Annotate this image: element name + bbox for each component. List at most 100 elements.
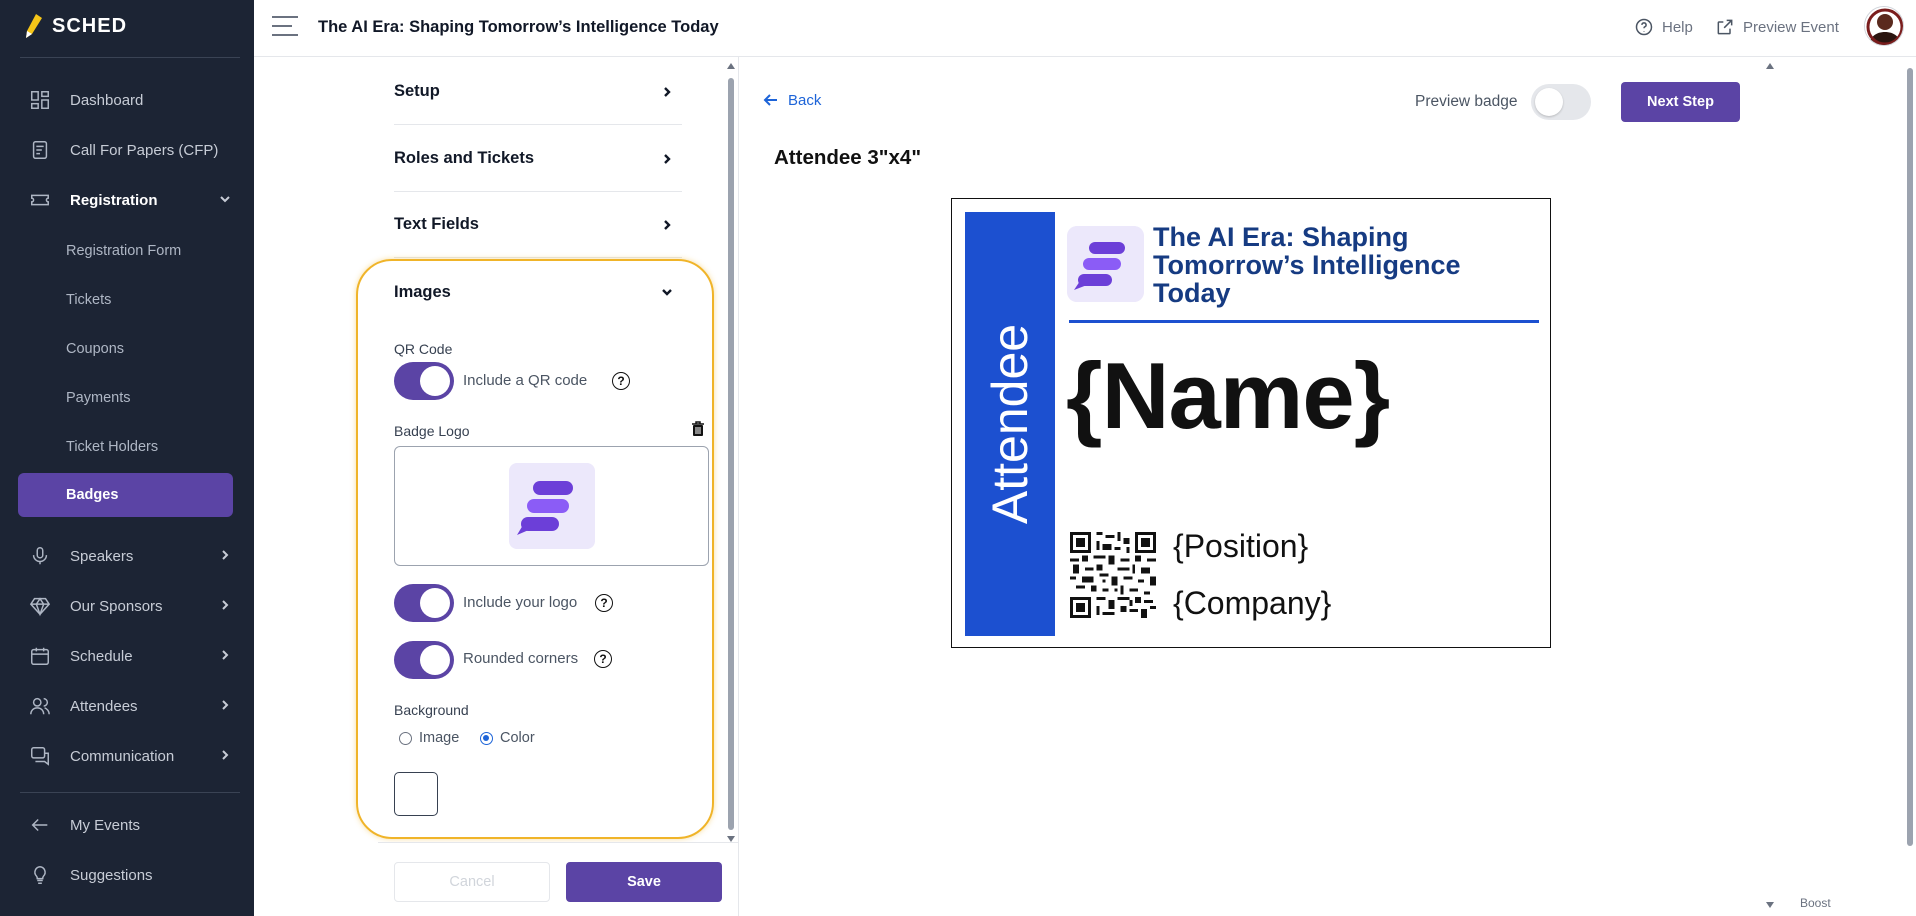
help-icon[interactable]: ? — [612, 372, 630, 390]
include-logo-label: Include your logo — [463, 594, 578, 611]
panel-scrollbar[interactable] — [728, 78, 734, 830]
calendar-icon — [28, 644, 52, 668]
diamond-icon — [28, 594, 52, 618]
scroll-down-arrow[interactable] — [1766, 902, 1774, 908]
avatar[interactable] — [1864, 6, 1904, 46]
sidebar-sub-tickets[interactable]: Tickets — [18, 278, 233, 322]
include-logo-toggle[interactable] — [394, 584, 454, 622]
trash-icon[interactable] — [691, 421, 705, 437]
event-title: The AI Era: Shaping Tomorrow’s Intellige… — [318, 18, 719, 36]
sidebar-item-schedule[interactable]: Schedule — [18, 634, 234, 678]
badge-config-panel: Setup Roles and Tickets Text Fields Imag… — [356, 57, 714, 916]
sidebar-item-cfp[interactable]: Call For Papers (CFP) — [18, 128, 234, 172]
scroll-up-arrow[interactable] — [727, 63, 735, 69]
accordion-text-fields[interactable]: Text Fields — [394, 192, 682, 258]
sidebar-item-registration[interactable]: Registration — [18, 178, 234, 222]
panel-divider — [738, 57, 739, 916]
preview-event-label: Preview Event — [1743, 18, 1839, 36]
help-icon[interactable]: ? — [594, 650, 612, 668]
arrow-left-icon — [763, 94, 777, 106]
users-icon — [28, 694, 52, 718]
event-logo-icon — [509, 463, 595, 549]
help-link[interactable]: Help — [1634, 17, 1693, 37]
sidebar-item-label: My Events — [70, 816, 141, 834]
background-label: Background — [394, 702, 469, 718]
sidebar-item-label: Call For Papers (CFP) — [70, 141, 219, 159]
sidebar-item-label: Communication — [70, 747, 175, 765]
badge-position: {Position} — [1173, 528, 1309, 564]
sidebar-divider — [20, 57, 240, 58]
chevron-right-icon — [218, 648, 232, 662]
background-color-radio[interactable] — [480, 732, 493, 745]
sidebar-item-label: Attendees — [70, 697, 138, 715]
background-color-swatch[interactable] — [394, 772, 438, 816]
chevron-right-icon — [218, 548, 232, 562]
ticket-icon — [28, 188, 52, 212]
qr-code-label: QR Code — [394, 341, 453, 357]
sidebar-sub-ticket-holders[interactable]: Ticket Holders — [18, 425, 233, 469]
badge-company: {Company} — [1173, 585, 1332, 621]
sidebar-item-communication[interactable]: Communication — [18, 734, 234, 778]
badge-name: {Name} — [1066, 343, 1390, 448]
microphone-icon — [28, 544, 52, 568]
sidebar-sub-registration-form[interactable]: Registration Form — [18, 229, 233, 273]
chevron-down-icon — [660, 285, 674, 299]
help-icon[interactable]: ? — [595, 594, 613, 612]
cancel-button[interactable]: Cancel — [394, 862, 550, 902]
sidebar-item-speakers[interactable]: Speakers — [18, 534, 234, 578]
sidebar-item-label: Our Sponsors — [70, 597, 163, 615]
next-step-button[interactable]: Next Step — [1621, 82, 1740, 122]
sidebar-item-label: Registration — [70, 191, 158, 209]
sidebar-item-label: Suggestions — [70, 866, 153, 884]
badge-role-strip: Attendee — [965, 212, 1055, 636]
background-image-label: Image — [419, 730, 460, 746]
page-scrollbar[interactable] — [1907, 68, 1913, 846]
accordion-images[interactable]: Images — [394, 259, 682, 325]
sidebar-sub-coupons[interactable]: Coupons — [18, 327, 233, 371]
sidebar-item-sponsors[interactable]: Our Sponsors — [18, 584, 234, 628]
help-icon — [1635, 18, 1653, 36]
sidebar-sub-badges[interactable]: Badges — [18, 473, 233, 517]
background-image-radio[interactable] — [399, 732, 412, 745]
preview-event-link[interactable]: Preview Event — [1715, 17, 1839, 37]
accordion-label: Setup — [394, 82, 440, 100]
chevron-right-icon — [660, 218, 674, 232]
sched-logo[interactable]: SCHED — [22, 12, 127, 40]
rounded-corners-toggle[interactable] — [394, 641, 454, 679]
user-avatar-icon — [1865, 7, 1903, 45]
sidebar-item-attendees[interactable]: Attendees — [18, 684, 234, 728]
sidebar: SCHED Dashboard Call For Papers (CFP) Re… — [0, 0, 254, 916]
sidebar-sub-payments[interactable]: Payments — [18, 376, 233, 420]
qr-code-toggle[interactable] — [394, 362, 454, 400]
sidebar-item-dashboard[interactable]: Dashboard — [18, 78, 234, 122]
badge-event-logo-icon — [1067, 226, 1144, 302]
scroll-up-arrow[interactable] — [1766, 63, 1774, 69]
badge-logo-label: Badge Logo — [394, 423, 470, 439]
chat-icon — [28, 744, 52, 768]
badge-divider — [1069, 320, 1539, 323]
back-label: Back — [788, 91, 822, 109]
chevron-right-icon — [660, 85, 674, 99]
help-label: Help — [1662, 18, 1693, 36]
sidebar-item-suggestions[interactable]: Suggestions — [18, 853, 234, 897]
preview-badge-label: Preview badge — [1415, 93, 1518, 110]
badge-preview: Attendee The AI Era: Shaping Tomorrow’s … — [951, 198, 1551, 648]
badge-event-title: The AI Era: Shaping Tomorrow’s Intellige… — [1153, 222, 1461, 308]
dashboard-icon — [28, 88, 52, 112]
menu-icon[interactable] — [272, 16, 298, 38]
sidebar-item-label: Schedule — [70, 647, 133, 665]
boost-widget[interactable]: Boost — [1800, 896, 1831, 910]
accordion-setup[interactable]: Setup — [394, 59, 682, 125]
sidebar-item-my-events[interactable]: My Events — [18, 803, 234, 847]
cfp-icon — [28, 138, 52, 162]
sidebar-divider — [20, 792, 240, 793]
accordion-roles-tickets[interactable]: Roles and Tickets — [394, 126, 682, 192]
accordion-label: Images — [394, 282, 451, 301]
badge-logo-dropzone[interactable] — [394, 446, 709, 566]
save-button[interactable]: Save — [566, 862, 722, 902]
preview-badge-toggle[interactable] — [1531, 84, 1591, 120]
accordion-label: Roles and Tickets — [394, 149, 535, 167]
badge-role: Attendee — [982, 323, 1038, 525]
badge-size-title: Attendee 3"x4" — [774, 146, 922, 169]
back-link[interactable]: Back — [762, 91, 821, 109]
